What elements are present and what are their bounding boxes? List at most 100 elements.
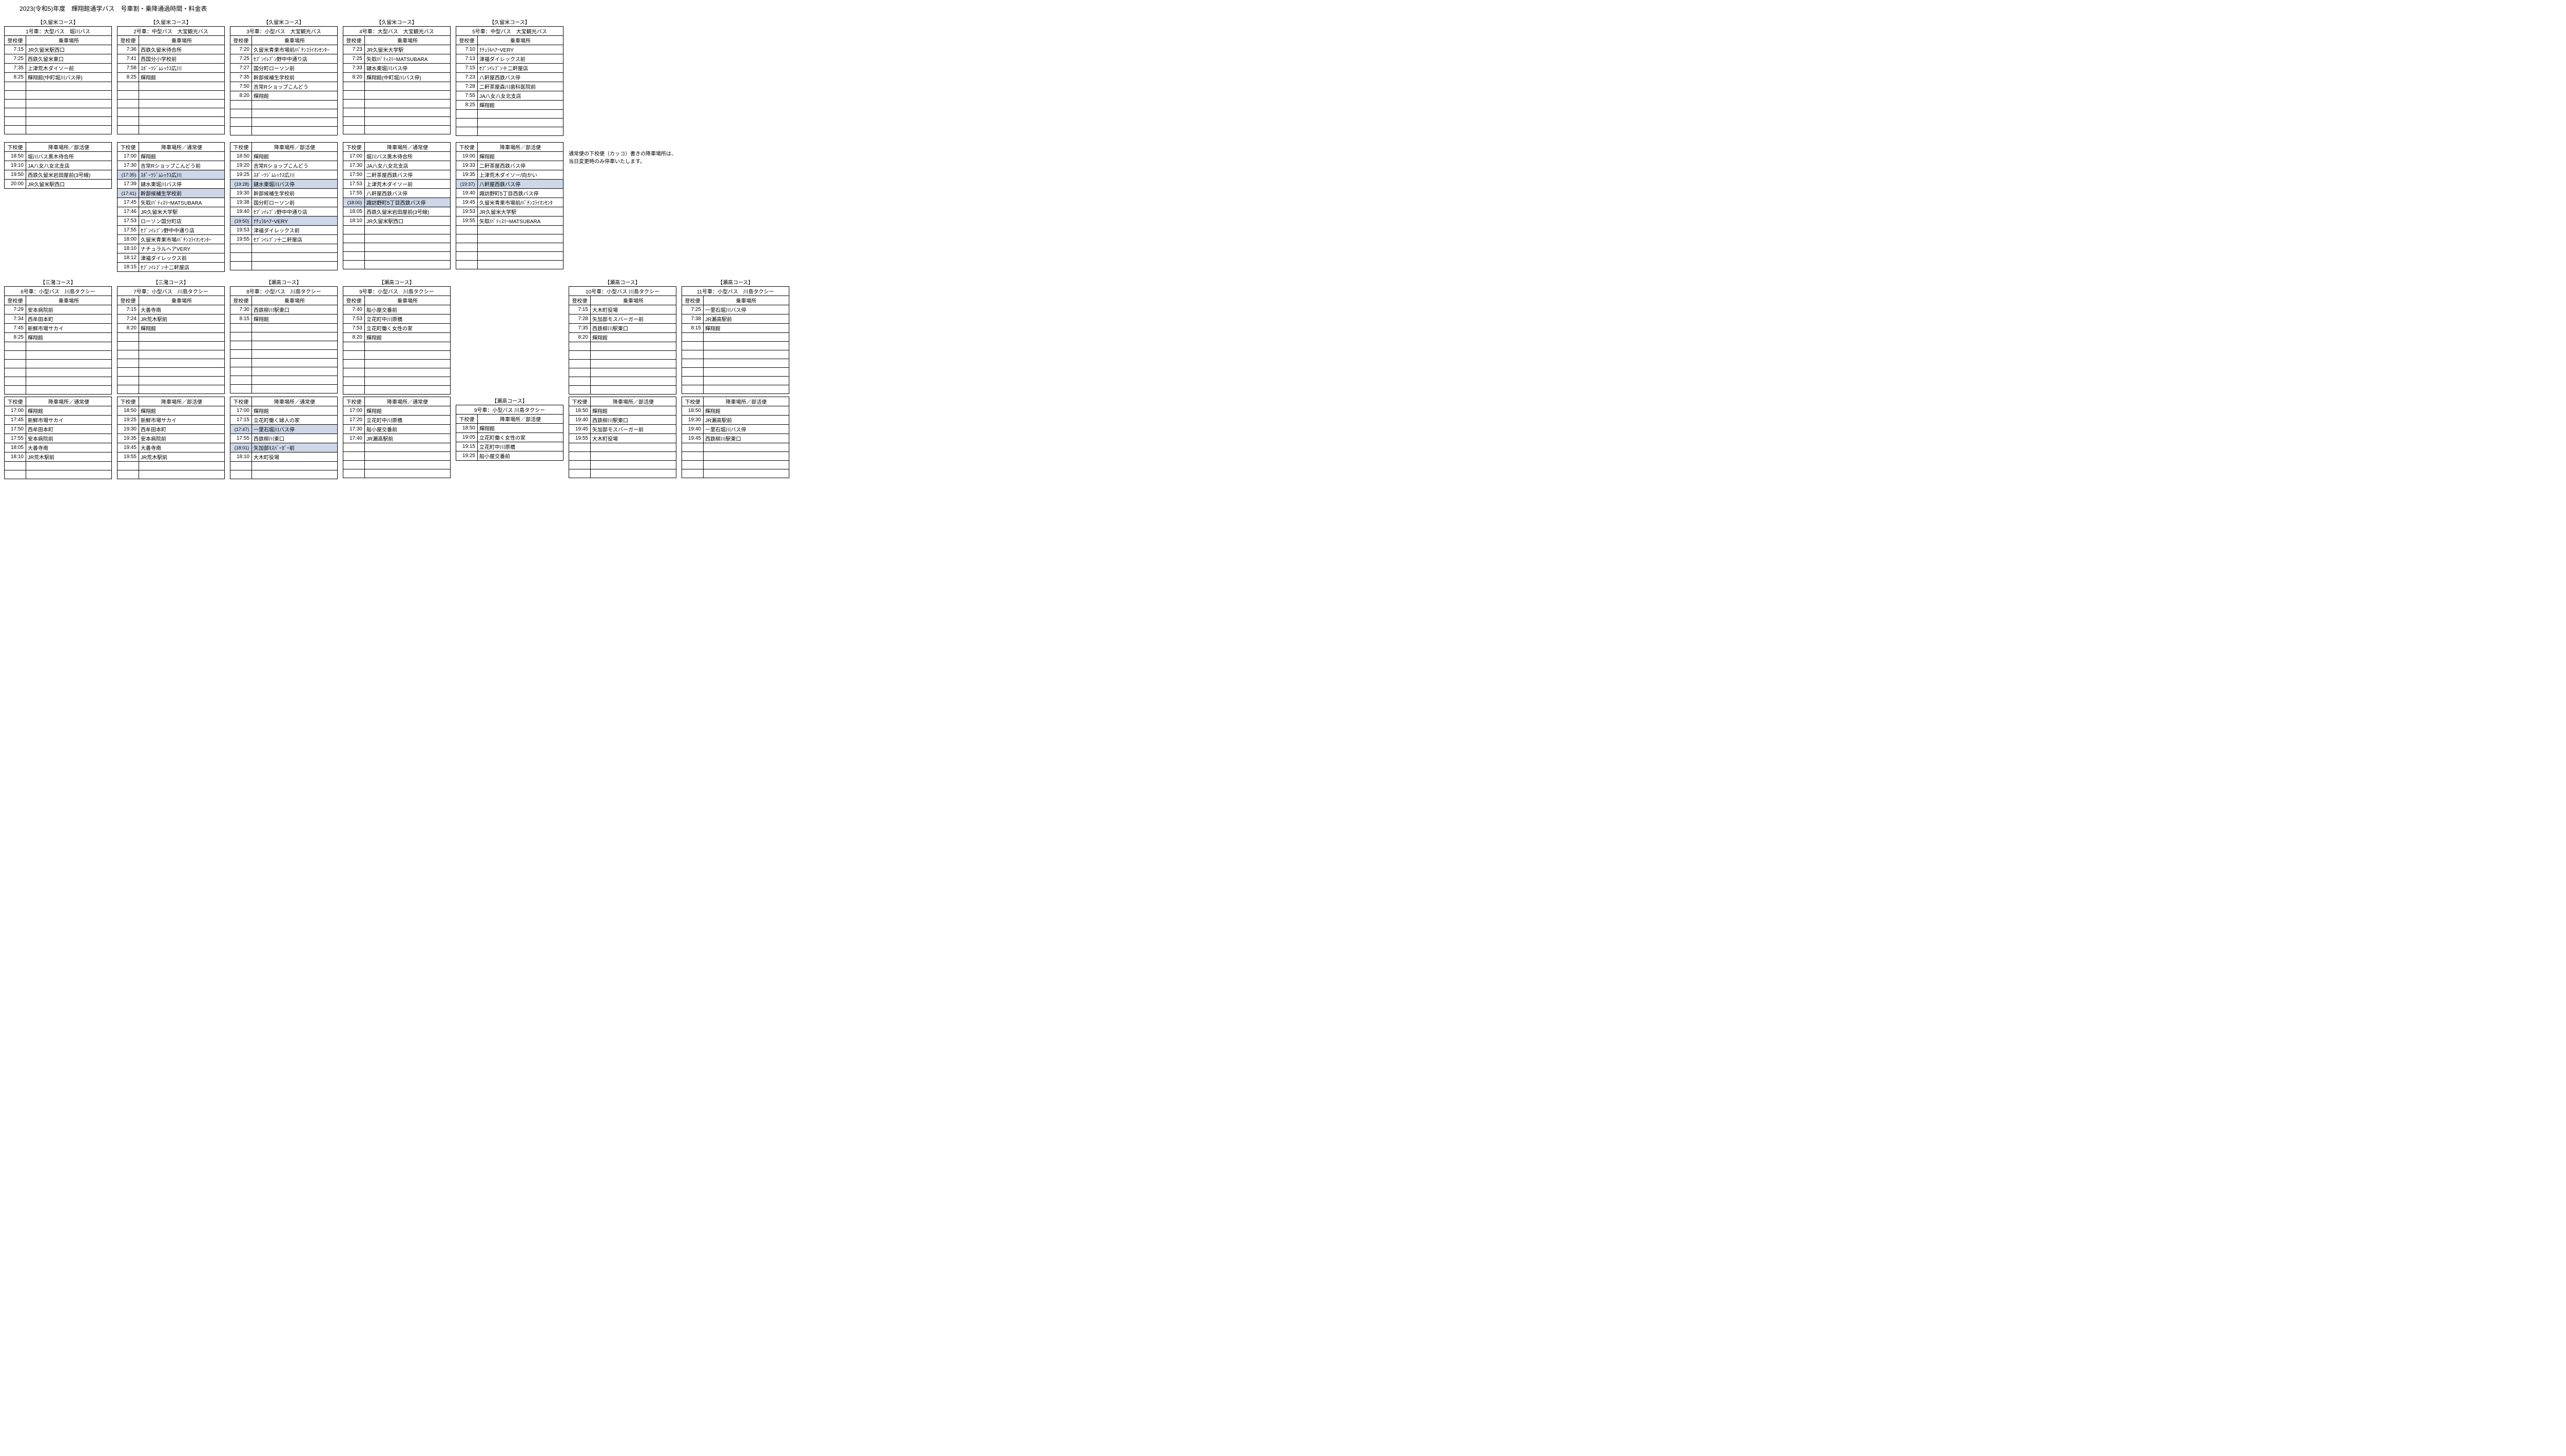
time-cell: (19:28)	[230, 180, 252, 189]
time-cell: 17:53	[343, 180, 365, 189]
place-cell: 輝翔館	[139, 152, 225, 161]
time-cell	[682, 452, 704, 461]
schedule-row: 18:50輝翔館	[230, 152, 338, 161]
schedule-row	[5, 82, 112, 91]
place-cell	[252, 359, 338, 367]
place-cell: 矢取/ﾊﾟﾃｨｽﾘｰMATSUBARA	[139, 198, 225, 207]
schedule-row	[569, 452, 676, 461]
time-cell: 19:20	[230, 161, 252, 170]
schedule-row: 17:30JA八女八女北支店	[343, 161, 451, 170]
schedule-row: 7:53立花町中川原橋	[343, 314, 451, 324]
schedule-row: 7:24JR荒木駅前	[118, 314, 225, 324]
schedule-row	[230, 244, 338, 253]
time-cell: 18:50	[456, 424, 478, 433]
place-cell	[139, 470, 225, 479]
time-cell	[118, 108, 139, 117]
schedule-row: 7:23八軒屋西鉄バス停	[456, 73, 563, 82]
time-cell: 7:33	[343, 64, 365, 73]
schedule-row	[343, 368, 451, 377]
schedule-row	[569, 351, 676, 360]
schedule-row	[118, 333, 225, 342]
place-cell: JR瀬高駅前	[704, 416, 789, 425]
place-cell: 鑓水東堀川バス停	[139, 180, 225, 189]
schedule-row: 19:25新鮮市場サカイ	[118, 416, 225, 425]
schedule-table: 7号車：小型バス 川島タクシー登校便乗車場所7:15大善寺南7:24JR荒木駅前…	[117, 286, 225, 394]
time-cell: 8:15	[682, 324, 704, 333]
schedule-row: 7:25ｾﾌﾞﾝｲﾚﾌﾞﾝ野中中通り店	[230, 54, 338, 64]
schedule-row	[682, 342, 789, 350]
place-cell	[365, 100, 451, 108]
place-cell	[252, 385, 338, 393]
place-cell	[252, 470, 338, 479]
place-cell	[365, 469, 451, 478]
place-cell	[591, 386, 676, 395]
place-cell: JR荒木駅前	[139, 452, 225, 462]
col-head-place: 降車場所／通常便	[252, 397, 338, 406]
time-cell: 17:20	[343, 416, 365, 425]
time-cell: 19:55	[569, 434, 591, 443]
place-cell: 大木町役場	[252, 452, 338, 462]
schedule-row	[5, 360, 112, 368]
time-cell: 7:35	[5, 64, 26, 73]
schedule-row: (19:28)鑓水東堀川バス停	[230, 180, 338, 189]
place-cell	[591, 360, 676, 368]
schedule-row	[5, 386, 112, 395]
col-head-place: 乗車場所	[26, 36, 112, 45]
place-cell	[26, 360, 112, 368]
place-cell: 輝翔館	[704, 324, 789, 333]
schedule-row: 19:10JA八女八女北支店	[5, 161, 112, 170]
schedule-row	[118, 462, 225, 470]
schedule-table: 下校便降車場所／部活便19:00輝翔館19:33二軒茶屋西鉄バス停19:35上津…	[456, 142, 563, 269]
place-cell: JR久留米大学駅	[478, 207, 563, 217]
schedule-table: 4号車：大型バス 大宝観光バス登校便乗車場所7:23JR久留米大学駅7:25矢取…	[343, 26, 451, 134]
schedule-row: 19:38国分町ローソン前	[230, 198, 338, 207]
schedule-row: 18:05大善寺南	[5, 443, 112, 452]
col-head-place: 乗車場所	[139, 36, 225, 45]
time-cell	[230, 341, 252, 350]
schedule-row: 17:55ｾﾌﾞﾝｲﾚﾌﾞﾝ野中中通り店	[118, 226, 225, 235]
time-cell: 19:40	[456, 189, 478, 198]
time-cell: 17:00	[343, 152, 365, 161]
schedule-row: 19:33二軒茶屋西鉄バス停	[456, 161, 563, 170]
time-cell: 7:41	[118, 54, 139, 64]
time-cell: 19:50	[5, 170, 26, 180]
place-cell	[139, 126, 225, 134]
place-cell	[139, 377, 225, 385]
schedule-row	[118, 350, 225, 359]
place-cell	[252, 262, 338, 270]
bus-header: 4号車：大型バス 大宝観光バス	[343, 27, 451, 36]
time-cell: 7:45	[5, 324, 26, 333]
col-head-time: 登校便	[343, 36, 365, 45]
place-cell: ｽﾎﾟｰﾂｼﾞﾑﾚｯｸｽ広川	[139, 170, 225, 180]
col-head-place: 乗車場所	[478, 36, 563, 45]
time-cell	[682, 443, 704, 452]
schedule-row	[343, 117, 451, 126]
schedule-row	[343, 126, 451, 134]
schedule-row	[5, 126, 112, 134]
col-head-time: 登校便	[118, 36, 139, 45]
place-cell	[365, 351, 451, 360]
timetable-row-4: 下校便降車場所／通常便17:00輝翔館17:45新鮮市場サカイ17:50西牟田本…	[4, 397, 2562, 479]
place-cell	[365, 226, 451, 234]
place-cell: 立花町中川原橋	[365, 416, 451, 425]
time-cell	[682, 350, 704, 359]
place-cell	[26, 126, 112, 134]
schedule-row	[569, 386, 676, 395]
time-cell	[569, 452, 591, 461]
col-head-time: 登校便	[5, 296, 26, 305]
schedule-row	[682, 359, 789, 368]
time-cell	[230, 109, 252, 118]
schedule-row: 19:40西鉄柳川駅東口	[569, 416, 676, 425]
schedule-row	[682, 368, 789, 377]
place-cell: JR久留米駅西口	[26, 180, 112, 189]
schedule-table: 下校便降車場所／部活便18:50輝翔館19:30JR瀬高駅前19:40一里石堀川…	[682, 397, 789, 478]
place-cell: 輝翔館	[139, 73, 225, 82]
schedule-row	[230, 350, 338, 359]
schedule-table: 8号車：小型バス 川島タクシー登校便乗車場所7:30西鉄柳川駅東口8:15輝翔館	[230, 286, 338, 393]
schedule-row: 19:05立花町働く女性の家	[456, 433, 563, 442]
bus-header: 2号車：中型バス 大宝観光バス	[118, 27, 225, 36]
course-label: 【瀬高コース】	[682, 278, 789, 286]
place-cell: 矢加部ﾓｽﾊﾞｰｶﾞｰ前	[252, 443, 338, 452]
place-cell	[252, 109, 338, 118]
schedule-table: 6号車：小型バス 川島タクシー登校便乗車場所7:29安本病院前7:34西牟田本町…	[4, 286, 112, 395]
